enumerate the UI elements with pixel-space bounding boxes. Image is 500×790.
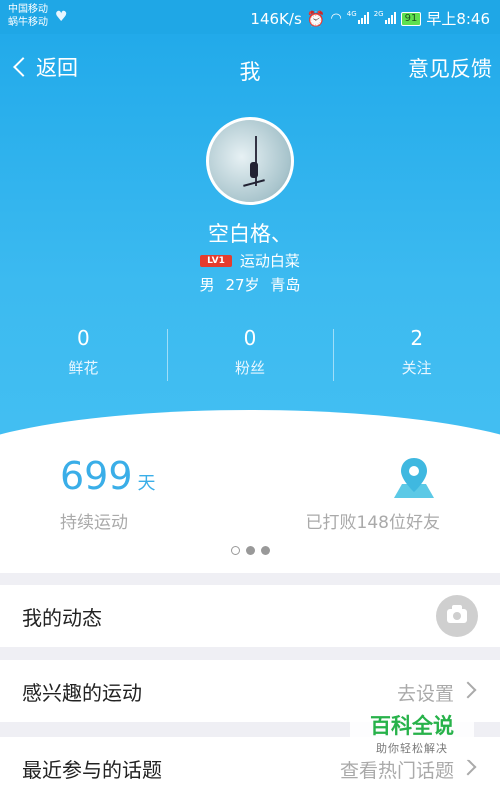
stat-value: 2 — [410, 326, 424, 350]
carrier-2: 蜗牛移动 — [8, 17, 48, 28]
profile-header: 返回 我 意见反馈 空白格、 LV1 运动白菜 男 27岁 青岛 0 鲜花 0 … — [0, 34, 500, 530]
wifi-icon: ◠ — [330, 11, 342, 26]
city: 青岛 — [270, 276, 301, 294]
row-title: 我的动态 — [22, 606, 102, 630]
gender: 男 — [199, 276, 215, 294]
pager-dot — [230, 546, 240, 555]
stat-label: 关注 — [401, 359, 432, 377]
heart-rate-icon: ♥ — [55, 9, 68, 25]
days-value: 699 — [60, 454, 133, 498]
stat-value: 0 — [243, 326, 257, 350]
level-title: 运动白菜 — [239, 252, 300, 270]
signal-2-icon: 2G — [374, 10, 396, 28]
signal-1-icon: 4G — [347, 10, 369, 28]
pager-dots — [0, 546, 500, 555]
status-bar: 中国移动 蜗牛移动 ♥ 146K/s ⏰ ◠ 4G 2G 91 早上8:46 — [0, 0, 500, 34]
camera-button[interactable] — [436, 595, 478, 637]
nav-bar: 返回 我 意见反馈 — [0, 34, 500, 102]
watermark: 百科全说 助你轻松解决 — [350, 712, 474, 760]
stat-flowers[interactable]: 0 鲜花 — [0, 325, 167, 385]
stat-fans[interactable]: 0 粉丝 — [166, 325, 334, 385]
days-unit: 天 — [137, 473, 156, 494]
map-pin-icon — [394, 458, 434, 498]
stat-following[interactable]: 2 关注 — [333, 325, 500, 385]
chevron-right-icon — [459, 681, 477, 699]
pager-dot — [245, 546, 255, 555]
stat-label: 粉丝 — [235, 359, 266, 377]
clock: 早上8:46 — [426, 10, 490, 28]
level-badge: LV1 — [200, 254, 232, 267]
beat-friends-label: 已打败148位好友 — [305, 513, 440, 533]
activity-summary[interactable]: 699 天 持续运动 已打败148位好友 — [0, 440, 500, 573]
stat-value: 0 — [76, 326, 90, 350]
camera-icon — [447, 605, 467, 623]
network-speed: 146K/s — [250, 9, 302, 28]
age: 27岁 — [225, 276, 260, 294]
stat-label: 鲜花 — [68, 359, 99, 377]
row-title: 感兴趣的运动 — [22, 681, 142, 705]
carrier-info: 中国移动 蜗牛移动 — [8, 3, 48, 29]
user-name: 空白格、 — [208, 222, 292, 246]
row-title: 最近参与的话题 — [22, 758, 162, 782]
watermark-subtitle: 助你轻松解决 — [376, 742, 448, 755]
avatar[interactable] — [206, 117, 294, 205]
watermark-title: 百科全说 — [370, 714, 454, 738]
days-label: 持续运动 — [60, 513, 128, 533]
feedback-button[interactable]: 意见反馈 — [408, 53, 492, 83]
carrier-1: 中国移动 — [8, 4, 48, 15]
exercise-days: 699 天 — [60, 454, 156, 498]
chevron-right-icon — [459, 758, 477, 776]
user-info: 男 27岁 青岛 — [0, 274, 500, 295]
row-value: 去设置 — [396, 683, 454, 705]
status-indicators: 146K/s ⏰ ◠ 4G 2G 91 早上8:46 — [250, 8, 490, 29]
battery-icon: 91 — [400, 11, 422, 26]
row-value: 查看热门话题 — [339, 760, 454, 782]
stats-row: 0 鲜花 0 粉丝 2 关注 — [0, 325, 500, 385]
pager-dot — [260, 546, 270, 555]
my-moments-row[interactable]: 我的动态 — [0, 585, 500, 647]
level-row: LV1 运动白菜 — [0, 250, 500, 271]
alarm-icon: ⏰ — [306, 9, 326, 28]
